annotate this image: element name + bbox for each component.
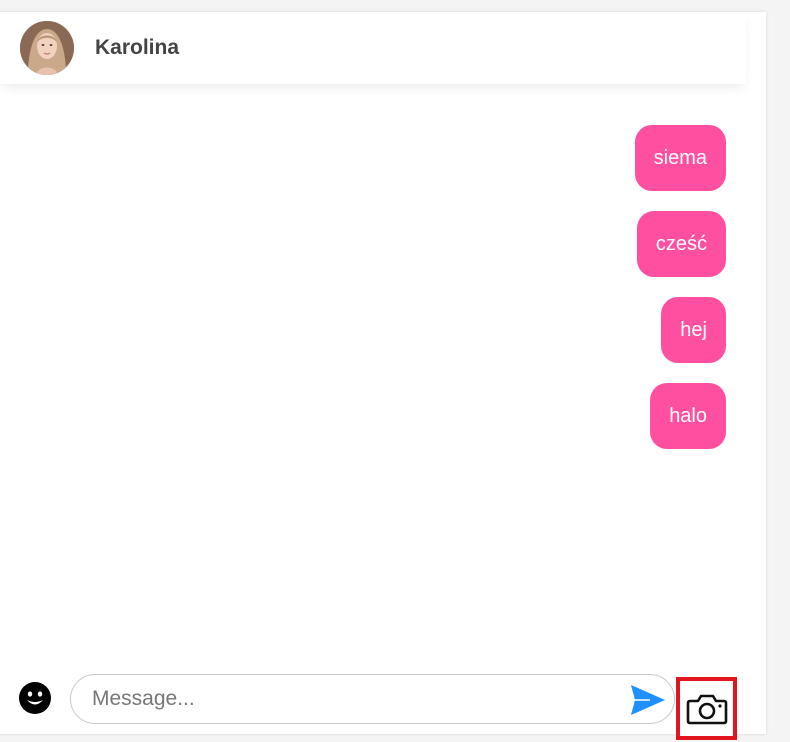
camera-button[interactable] bbox=[676, 677, 737, 740]
chat-header: Karolina bbox=[0, 12, 746, 84]
emoji-button[interactable] bbox=[19, 682, 51, 714]
send-icon bbox=[631, 685, 665, 715]
message-input[interactable] bbox=[70, 674, 675, 724]
smiley-icon bbox=[19, 682, 51, 714]
camera-icon bbox=[686, 694, 727, 724]
avatar-photo-icon bbox=[20, 21, 74, 75]
message-bubble: halo bbox=[650, 383, 726, 449]
message-bubble: siema bbox=[634, 125, 726, 191]
message-bubble: hej bbox=[661, 297, 726, 363]
contact-name: Karolina bbox=[95, 36, 180, 59]
message-bubble: cześć bbox=[636, 211, 726, 277]
chat-window: Karolina siema cześć hej halo bbox=[0, 12, 766, 740]
message-composer bbox=[0, 664, 766, 740]
message-list: siema cześć hej halo bbox=[0, 125, 726, 469]
send-button[interactable] bbox=[630, 683, 666, 717]
avatar[interactable] bbox=[20, 21, 74, 75]
